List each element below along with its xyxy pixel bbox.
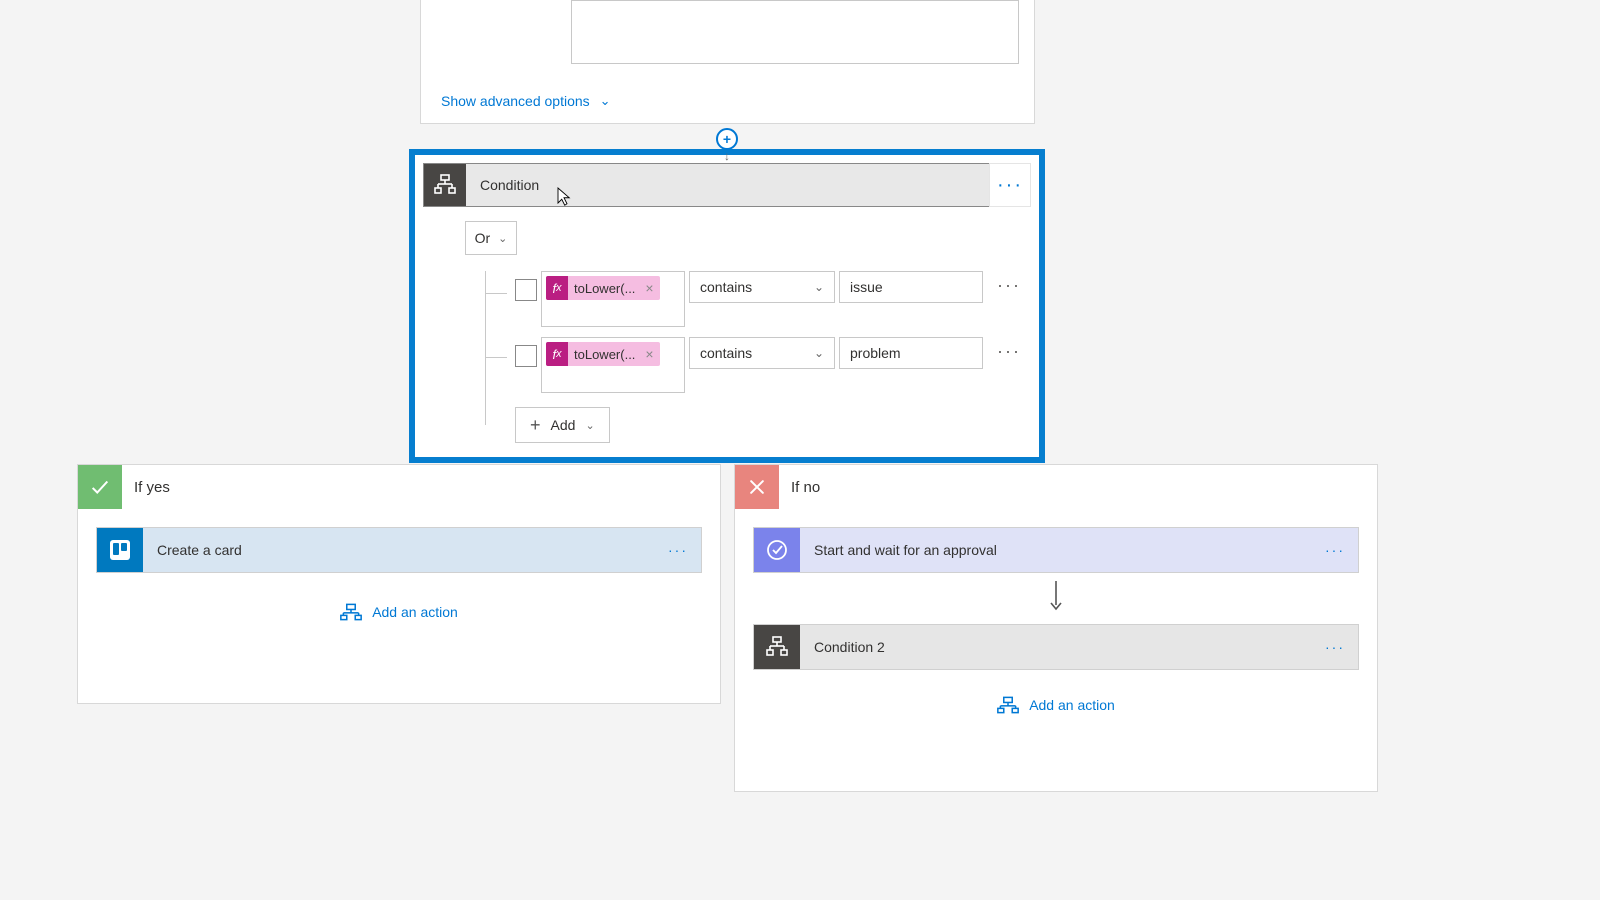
add-condition-button[interactable]: + Add ⌄ (515, 407, 610, 443)
condition-header[interactable]: Condition (423, 163, 1031, 207)
add-action-label: Add an action (1029, 697, 1115, 713)
operator-select[interactable]: contains ⌄ (689, 271, 835, 303)
chevron-down-icon: ⌄ (585, 419, 594, 432)
arrow-down-icon (753, 573, 1359, 624)
previous-step-card: Show advanced options ⌄ (420, 0, 1035, 124)
chevron-down-icon: ⌄ (600, 93, 611, 109)
row-more-button[interactable]: ··· (997, 341, 1021, 362)
group-operator-label: Or (475, 230, 491, 246)
expression-pill[interactable]: fx toLower(... × (546, 342, 660, 366)
action-card-condition2[interactable]: Condition 2 ··· (753, 624, 1359, 670)
remove-expression-icon[interactable]: × (639, 280, 659, 296)
expression-text: toLower(... (568, 281, 639, 296)
action-card-trello[interactable]: Create a card ··· (96, 527, 702, 573)
action-more-button[interactable]: ··· (1312, 528, 1358, 572)
chevron-down-icon: ⌄ (814, 280, 824, 294)
operator-select[interactable]: contains ⌄ (689, 337, 835, 369)
approval-icon (754, 528, 800, 572)
condition-card: Condition ··· Or ⌄ fx toLower(. (409, 149, 1045, 463)
add-label: Add (551, 417, 576, 433)
condition-title: Condition (480, 177, 539, 193)
close-icon (735, 465, 779, 509)
add-action-icon (997, 696, 1019, 714)
chevron-down-icon: ⌄ (814, 346, 824, 360)
expression-text: toLower(... (568, 347, 639, 362)
value-input[interactable]: problem (839, 337, 983, 369)
action-card-approval[interactable]: Start and wait for an approval ··· (753, 527, 1359, 573)
condition-row: fx toLower(... × contains ⌄ problem ··· (475, 337, 1039, 393)
add-step-button[interactable]: + (716, 128, 738, 150)
branch-header: If yes (78, 465, 720, 509)
condition-more-button[interactable]: ··· (989, 163, 1031, 207)
check-icon (78, 465, 122, 509)
action-more-button[interactable]: ··· (655, 528, 701, 572)
expression-field[interactable]: fx toLower(... × (541, 337, 685, 393)
row-select-checkbox[interactable] (515, 279, 537, 301)
action-title: Create a card (157, 542, 242, 558)
add-action-label: Add an action (372, 604, 458, 620)
branch-header: If no (735, 465, 1377, 509)
action-more-button[interactable]: ··· (1312, 625, 1358, 669)
group-operator-select[interactable]: Or ⌄ (465, 221, 517, 255)
show-advanced-label: Show advanced options (441, 93, 590, 109)
branch-title: If yes (134, 479, 170, 496)
condition-row: fx toLower(... × contains ⌄ issue ··· (475, 271, 1039, 327)
plus-icon: + (530, 415, 541, 436)
value-input[interactable]: issue (839, 271, 983, 303)
branch-title: If no (791, 479, 820, 496)
expression-field[interactable]: fx toLower(... × (541, 271, 685, 327)
action-title: Start and wait for an approval (814, 542, 997, 558)
show-advanced-toggle[interactable]: Show advanced options ⌄ (441, 93, 611, 109)
if-yes-branch: If yes Create a card ··· (77, 464, 721, 704)
action-title: Condition 2 (814, 639, 885, 655)
previous-step-textarea[interactable] (571, 0, 1019, 64)
remove-expression-icon[interactable]: × (639, 346, 659, 362)
fx-icon: fx (546, 276, 568, 300)
trello-icon (97, 528, 143, 572)
expression-pill[interactable]: fx toLower(... × (546, 276, 660, 300)
condition-icon (424, 164, 466, 206)
value-text: issue (850, 279, 883, 295)
fx-icon: fx (546, 342, 568, 366)
add-action-button[interactable]: Add an action (753, 696, 1359, 714)
add-action-button[interactable]: Add an action (96, 603, 702, 621)
add-action-icon (340, 603, 362, 621)
operator-label: contains (700, 279, 752, 295)
row-more-button[interactable]: ··· (997, 275, 1021, 296)
operator-label: contains (700, 345, 752, 361)
condition-icon (754, 625, 800, 669)
value-text: problem (850, 345, 901, 361)
if-no-branch: If no Start and wait for an approval ··· (734, 464, 1378, 792)
chevron-down-icon: ⌄ (498, 232, 507, 245)
row-select-checkbox[interactable] (515, 345, 537, 367)
